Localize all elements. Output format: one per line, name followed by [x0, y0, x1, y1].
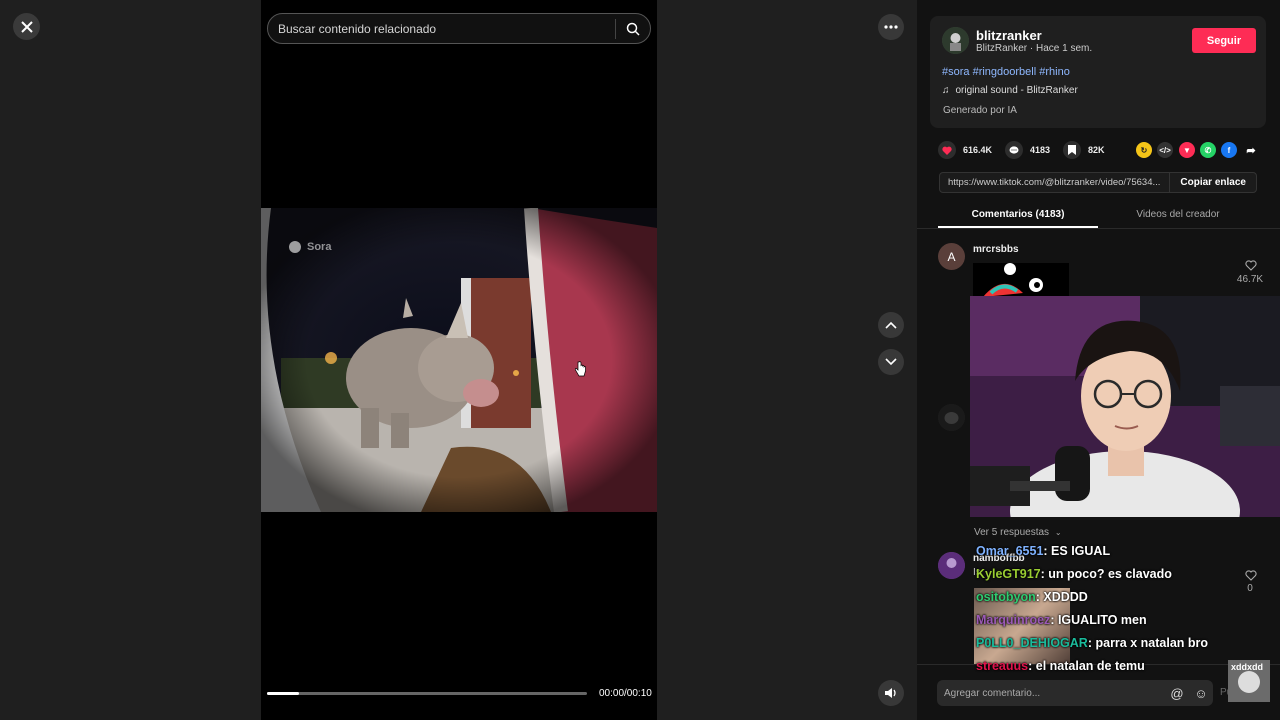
view-replies-label: Ver 5 respuestas	[974, 527, 1050, 538]
chat-username: Marquinroez	[976, 613, 1051, 627]
chat-text: : IGUALITO men	[1050, 613, 1147, 627]
link-box: https://www.tiktok.com/@blitzranker/vide…	[939, 172, 1257, 193]
chat-message: Omar_6551: ES IGUAL	[976, 540, 1216, 563]
comment-avatar[interactable]: A	[938, 243, 965, 270]
music-title: original sound - BlitzRanker	[955, 85, 1078, 96]
webcam-overlay	[970, 296, 1280, 517]
tab-divider	[917, 228, 1280, 229]
like-count: 616.4K	[963, 145, 993, 155]
author-avatar[interactable]	[942, 27, 969, 54]
video-frame[interactable]: Sora	[261, 208, 657, 512]
follow-button[interactable]: Seguir	[1192, 28, 1256, 53]
chat-text: : el natalan de temu	[1028, 659, 1145, 673]
chat-username: ositobyon	[976, 590, 1036, 604]
emoji-icon[interactable]: ☺	[1189, 686, 1213, 701]
chevron-down-icon	[885, 358, 897, 366]
comment-icon	[1005, 141, 1023, 159]
search-button[interactable]	[616, 14, 650, 43]
chat-text: : parra x natalan bro	[1087, 636, 1209, 650]
author-name[interactable]: blitzranker	[976, 28, 1042, 43]
author-subtitle: BlitzRanker · Hace 1 sem.	[976, 43, 1093, 54]
search-bar	[267, 13, 651, 44]
reply-avatar	[938, 404, 965, 431]
chevron-up-icon	[885, 321, 897, 329]
whatsapp-icon[interactable]: ✆	[1200, 142, 1216, 158]
tab-creator-videos[interactable]: Videos del creador	[1098, 202, 1258, 227]
stream-chat-overlay: Omar_6551: ES IGUAL KyleGT917: un poco? e…	[976, 540, 1216, 678]
comment-count: 4183	[1030, 145, 1051, 155]
comment-input[interactable]	[937, 687, 1165, 699]
copy-link-button[interactable]: Copiar enlace	[1169, 173, 1256, 192]
comment-stat[interactable]: 4183	[1005, 141, 1050, 159]
author-avatar-image	[942, 27, 969, 54]
view-replies-button[interactable]: Ver 5 respuestas ⌄	[974, 527, 1062, 538]
mini-cam-tag: xddxdd	[1231, 662, 1264, 672]
chat-message: Marquinroez: IGUALITO men	[976, 609, 1216, 632]
chevron-down-small-icon: ⌄	[1054, 528, 1062, 537]
mini-cam-thumbnail: xddxdd	[1228, 660, 1270, 702]
share-arrow-icon[interactable]: ➦	[1243, 142, 1259, 158]
progress-fill	[267, 692, 299, 695]
embed-icon[interactable]: </>	[1157, 142, 1173, 158]
heart-outline-icon	[1245, 570, 1257, 581]
ai-generated-label: Generado por IA	[943, 105, 1017, 116]
time-display: 00:00/00:10	[599, 688, 652, 699]
chat-message: KyleGT917: un poco? es clavado	[976, 563, 1216, 586]
streamer-webcam-image	[970, 296, 1280, 517]
tab-comments[interactable]: Comentarios (4183)	[938, 202, 1098, 227]
chat-message: ositobyon: XDDDD	[976, 586, 1216, 609]
doorbell-video-image	[261, 208, 657, 512]
comment-avatar-2-image	[938, 552, 965, 579]
search-input[interactable]	[268, 21, 615, 36]
send-to-friend-icon[interactable]: ▼	[1179, 142, 1195, 158]
music-note-icon: ♫	[942, 85, 950, 96]
like-stat[interactable]: 616.4K	[938, 141, 992, 159]
ellipsis-icon	[884, 25, 898, 29]
music-info[interactable]: ♫ original sound - BlitzRanker	[942, 85, 1078, 96]
comment-like-count: 46.7K	[1236, 274, 1264, 285]
facebook-icon[interactable]: f	[1221, 142, 1237, 158]
save-count: 82K	[1088, 145, 1105, 155]
hand-cursor-icon	[575, 361, 586, 377]
repost-icon[interactable]: ↻	[1136, 142, 1152, 158]
previous-video-button[interactable]	[878, 312, 904, 338]
chat-text: : un poco? es clavado	[1040, 567, 1172, 581]
sora-watermark: Sora	[307, 241, 332, 253]
mention-icon[interactable]: @	[1165, 686, 1189, 701]
save-stat[interactable]: 82K	[1063, 141, 1105, 159]
volume-icon	[885, 688, 896, 698]
post-hashtags[interactable]: #sora #ringdoorbell #rhino	[942, 66, 1070, 78]
chat-message: streauus: el natalan de temu	[976, 655, 1216, 678]
comment-input-box: @ ☺	[937, 680, 1213, 706]
reply-avatar-image	[938, 404, 965, 431]
search-icon	[626, 22, 640, 36]
comment-sticker	[973, 263, 1069, 299]
chat-username: streauus	[976, 659, 1029, 673]
chat-username: Omar_6551	[976, 544, 1044, 558]
chat-text: : ES IGUAL	[1043, 544, 1111, 558]
bookmark-icon	[1063, 141, 1081, 159]
heart-outline-icon	[1245, 260, 1257, 271]
avatar-letter: A	[947, 249, 956, 264]
chat-username: KyleGT917	[976, 567, 1041, 581]
volume-button[interactable]	[878, 680, 904, 706]
close-icon	[20, 20, 33, 33]
comment-avatar-2[interactable]	[938, 552, 965, 579]
next-video-button[interactable]	[878, 349, 904, 375]
heart-icon	[938, 141, 956, 159]
chat-text: : XDDDD	[1035, 590, 1088, 604]
sticker-image	[983, 263, 1043, 297]
comment-like-count-2: 0	[1247, 583, 1253, 594]
chat-username: P0LL0_DEHIOGAR	[976, 636, 1088, 650]
close-button[interactable]	[13, 13, 40, 40]
progress-bar[interactable]	[267, 692, 587, 695]
video-url[interactable]: https://www.tiktok.com/@blitzranker/vide…	[940, 177, 1169, 188]
more-options-button[interactable]	[878, 14, 904, 40]
comment-username[interactable]: mrcrsbbs	[973, 244, 1019, 255]
chat-message: P0LL0_DEHIOGAR: parra x natalan bro	[976, 632, 1216, 655]
